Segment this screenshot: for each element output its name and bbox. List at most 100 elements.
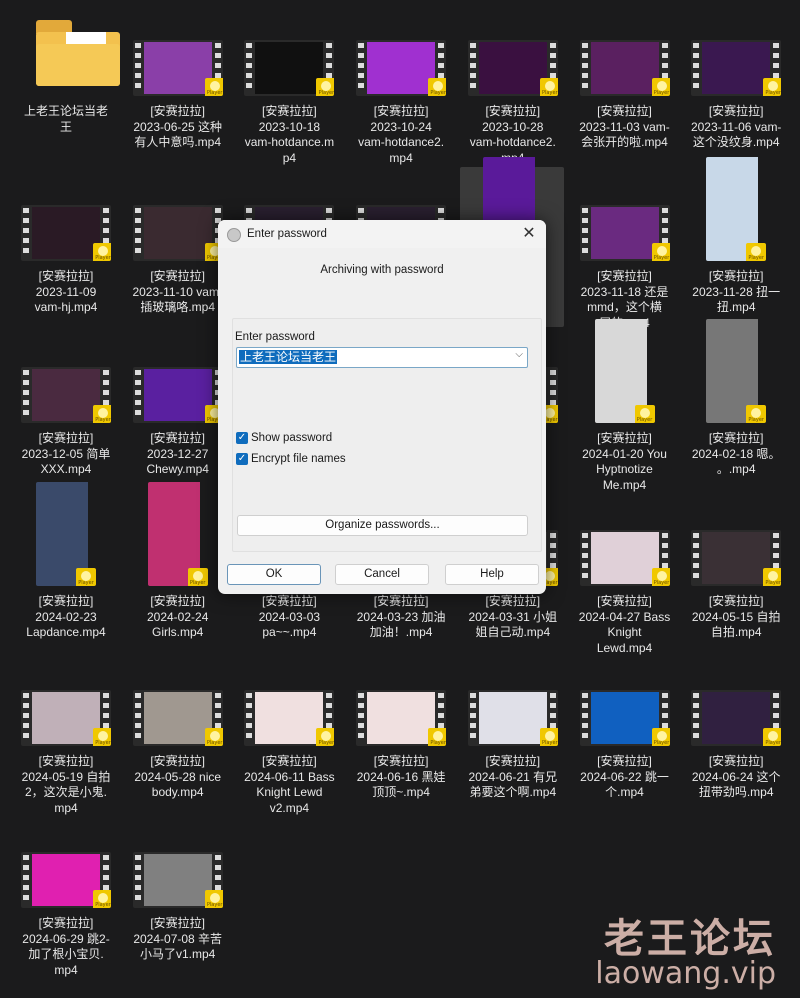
- file-name-label: [安赛拉拉] 2024-06-29 跳2- 加了根小宝贝. mp4: [12, 916, 120, 978]
- player-badge-icon: Player: [651, 78, 670, 96]
- player-badge-icon: Player: [634, 405, 655, 423]
- video-thumbnail: Player: [132, 40, 223, 96]
- file-name-line: vam-hj.mp4: [34, 300, 98, 314]
- show-password-label: Show password: [251, 432, 333, 444]
- file-name-line: 2024-02-24: [146, 609, 209, 624]
- file-name-line: 2024-07-08 辛苦: [133, 931, 223, 946]
- file-name-label: [安赛拉拉] 2023-11-10 vam- 插玻璃咯.mp4: [124, 269, 232, 316]
- file-name-label: [安赛拉拉] 2024-03-03 pa~~.mp4: [235, 594, 343, 641]
- file-name-line: [安赛拉拉]: [38, 594, 94, 608]
- player-badge-icon: Player: [539, 78, 558, 96]
- close-icon[interactable]: ✕: [518, 224, 540, 244]
- password-input[interactable]: 上老王论坛当老王 ⌵: [236, 347, 528, 368]
- file-name-line: 2023-12-27: [146, 446, 209, 461]
- encrypt-file-names-checkbox[interactable]: ✓ Encrypt file names: [236, 453, 346, 465]
- dialog-titlebar[interactable]: Enter password ✕: [218, 220, 546, 248]
- player-badge-icon: Player: [93, 405, 111, 423]
- file-name-line: 。.mp4: [716, 462, 756, 476]
- file-name-label: [安赛拉拉] 2024-06-11 Bass Knight Lewd v2.mp4: [235, 754, 343, 816]
- player-badge-icon: Player: [76, 568, 96, 586]
- player-badge-icon: Player: [93, 728, 111, 746]
- file-name-line: 弟要这个啊.mp4: [469, 785, 557, 799]
- file-name-line: 2024-06-21 有兄: [468, 769, 558, 784]
- file-name-line: 会张开的啦.mp4: [581, 135, 668, 149]
- player-badge-icon: Player: [187, 568, 208, 586]
- ok-button[interactable]: OK: [227, 564, 321, 585]
- file-name-line: 2023-10-28: [482, 119, 544, 134]
- encrypt-file-names-label: Encrypt file names: [251, 453, 346, 465]
- thumbnail-image: [478, 692, 547, 744]
- file-name-line: Knight: [607, 625, 642, 639]
- file-name-line: 2023-11-28 扭一: [692, 284, 781, 299]
- thumbnail-image: [255, 692, 324, 744]
- thumbnail-image: [143, 369, 212, 421]
- show-password-checkbox[interactable]: ✓ Show password: [236, 432, 332, 444]
- player-badge-icon: Player: [763, 568, 782, 586]
- file-name-line: 2023-11-03 vam-: [579, 119, 670, 134]
- file-name-line: 2024-05-28 nice: [134, 769, 222, 784]
- file-name-line: [安赛拉拉]: [708, 431, 764, 445]
- video-thumbnail: Player: [691, 690, 782, 746]
- file-name-line: 扭.mp4: [716, 300, 756, 314]
- checkbox-checked-icon[interactable]: ✓: [236, 432, 248, 444]
- file-name-line: 2023-06-25 这种: [133, 119, 223, 134]
- file-name-line: [安赛拉拉]: [597, 104, 652, 118]
- file-name-line: 2024-03-03: [258, 609, 321, 624]
- file-name-label: [安赛拉拉] 2023-11-03 vam- 会张开的啦.mp4: [571, 104, 679, 151]
- file-name-line: 加了根小宝贝.: [28, 947, 104, 961]
- file-name-line: Girls.mp4: [152, 625, 204, 639]
- thumbnail-image: [32, 854, 100, 906]
- checkbox-checked-icon[interactable]: ✓: [236, 453, 248, 465]
- file-name-line: mp4: [54, 962, 78, 977]
- video-thumbnail: Player: [579, 40, 670, 96]
- cancel-button[interactable]: Cancel: [335, 564, 429, 585]
- file-name-line: 2023-11-10 vam-: [132, 284, 223, 299]
- thumbnail-image: [143, 42, 212, 94]
- file-name-line: [安赛拉拉]: [373, 754, 429, 768]
- folder-icon: [36, 20, 120, 88]
- video-thumbnail: Player: [691, 40, 782, 96]
- file-name-line: 2024-05-19 自拍: [21, 769, 111, 784]
- file-name-line: mp4: [54, 800, 78, 815]
- player-badge-icon: Player: [93, 243, 111, 261]
- file-name-line: [安赛拉拉]: [485, 594, 541, 608]
- video-thumbnail: Player: [132, 690, 223, 746]
- file-name-line: 2023-11-09: [35, 284, 97, 299]
- thumbnail-image: [143, 207, 212, 259]
- file-name-line: mmd，这个横: [587, 300, 662, 314]
- file-name-line: 2023-12-05 简单: [21, 446, 111, 461]
- file-name-line: mp4: [389, 150, 413, 165]
- file-name-line: 2024-06-11 Bass: [244, 769, 335, 784]
- file-name-line: [安赛拉拉]: [708, 104, 764, 118]
- file-name-line: [安赛拉拉]: [597, 754, 652, 768]
- player-badge-icon: Player: [316, 78, 335, 96]
- file-name-line: 姐自己动.mp4: [475, 625, 551, 639]
- video-thumbnail: Player: [147, 482, 208, 586]
- file-name-label: [安赛拉拉] 2023-11-09 vam-hj.mp4: [12, 269, 120, 316]
- thumbnail-image: [702, 532, 771, 584]
- file-name-label: [安赛拉拉] 2024-04-27 Bass Knight Lewd.mp4: [571, 594, 679, 656]
- player-badge-icon: Player: [204, 890, 223, 908]
- file-name-line: pa~~.mp4: [262, 625, 317, 639]
- player-badge-icon: Player: [428, 728, 447, 746]
- organize-passwords-button[interactable]: Organize passwords...: [237, 515, 528, 536]
- file-name-label: [安赛拉拉] 2023-12-05 简单 XXX.mp4: [12, 431, 120, 478]
- file-name-label: [安赛拉拉] 2023-10-18 vam-hotdance.m p4: [235, 104, 343, 166]
- player-badge-icon: Player: [428, 78, 447, 96]
- file-name-line: [安赛拉拉]: [262, 754, 317, 768]
- file-name-label: [安赛拉拉] 2024-06-24 这个 扭带劲吗.mp4: [682, 754, 790, 801]
- video-thumbnail: Player: [467, 40, 558, 96]
- video-thumbnail: Player: [132, 852, 223, 908]
- thumbnail-image: [367, 692, 436, 744]
- player-badge-icon: Player: [746, 405, 767, 423]
- player-badge-icon: Player: [763, 78, 782, 96]
- file-name-label: [安赛拉拉] 2024-06-16 黑娃 顶顶~.mp4: [347, 754, 455, 801]
- video-thumbnail: Player: [579, 530, 670, 586]
- file-name-line: [安赛拉拉]: [38, 754, 94, 768]
- video-thumbnail: Player: [21, 852, 111, 908]
- file-name-line: [安赛拉拉]: [597, 269, 652, 283]
- chevron-down-icon[interactable]: ⌵: [515, 349, 523, 360]
- file-name-label: [安赛拉拉] 2024-06-22 跳一 个.mp4: [571, 754, 679, 801]
- password-label: Enter password: [235, 331, 315, 343]
- help-button[interactable]: Help: [445, 564, 539, 585]
